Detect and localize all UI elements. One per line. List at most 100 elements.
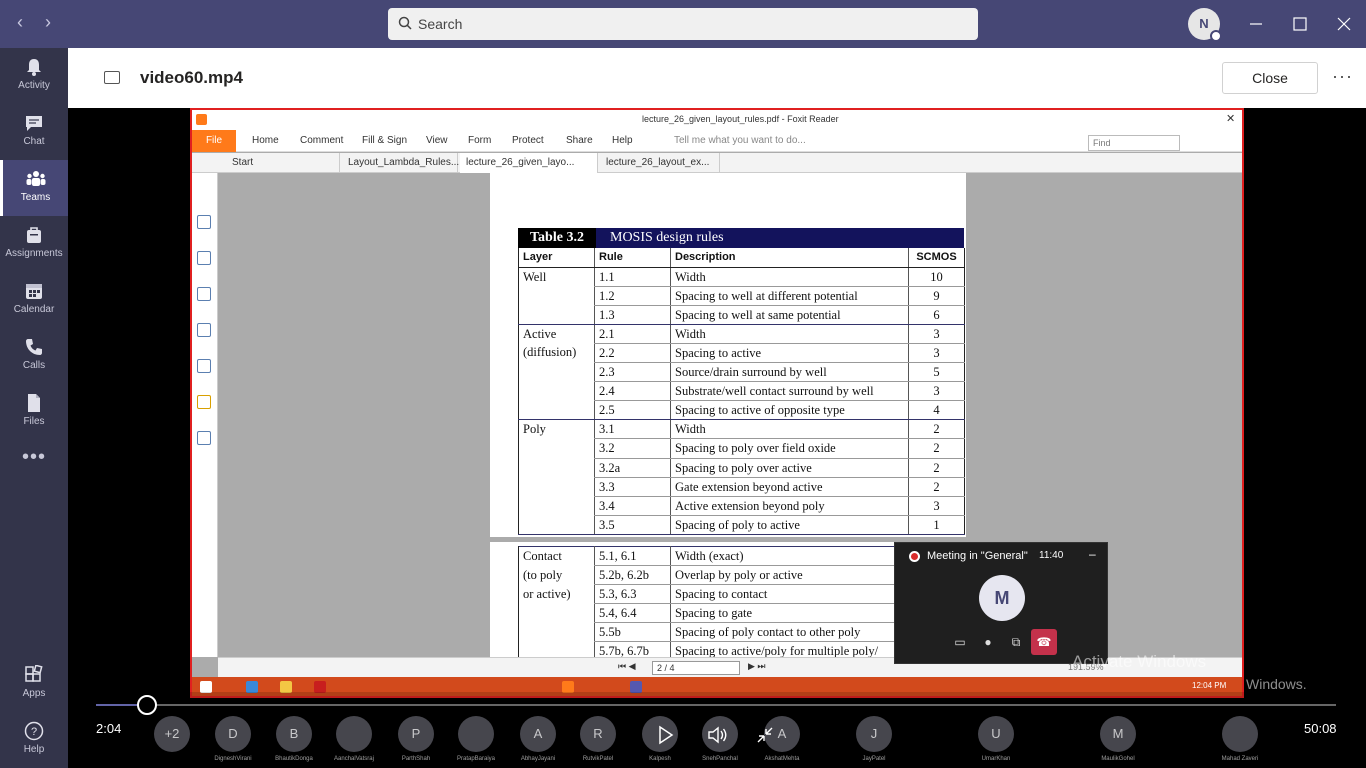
cell-rule: 1.3: [594, 305, 671, 325]
table-row: 2.4 Substrate/well contact surround by we…: [518, 381, 965, 402]
ribbon-tab: Home: [252, 135, 279, 146]
cell-scmos: 5: [908, 362, 965, 383]
meeting-popout[interactable]: Meeting in "General" 11:40 – M ▭ ● ⧉ ☎: [894, 542, 1108, 664]
cell-rule: 3.5: [594, 515, 671, 535]
rail-item-chat[interactable]: Chat: [0, 104, 68, 160]
participant-avatar[interactable]: P: [398, 716, 434, 752]
doc-tab: Start: [226, 153, 340, 173]
participant-avatar[interactable]: U: [978, 716, 1014, 752]
participant-avatar[interactable]: M: [1100, 716, 1136, 752]
rail-label: Files: [23, 416, 45, 427]
table-row: Well 1.1 Width 10: [518, 267, 965, 287]
foxit-ribbon: File Home Comment Fill & Sign View Form …: [192, 130, 1242, 152]
page-title: video60.mp4: [140, 68, 243, 87]
rail-item-files[interactable]: Files: [0, 384, 68, 440]
cell-layer: [518, 400, 595, 421]
first-page-icon: ⏮ ◀: [618, 661, 636, 671]
more-options-button[interactable]: ···: [1332, 66, 1353, 87]
rail-item-teams[interactable]: Teams: [0, 160, 68, 216]
search-placeholder: Search: [418, 16, 463, 32]
ribbon-file-tab: File: [192, 130, 236, 152]
rail-item-help[interactable]: ? Help: [0, 712, 68, 768]
camera-off-icon[interactable]: ▭: [947, 629, 973, 655]
maximize-icon[interactable]: [1288, 12, 1312, 36]
participant-avatar[interactable]: R: [580, 716, 616, 752]
rail-item-assignments[interactable]: Assignments: [0, 216, 68, 272]
participant-avatar[interactable]: +2: [154, 716, 190, 752]
participant-avatar[interactable]: A: [520, 716, 556, 752]
meeting-title: Meeting in "General": [927, 550, 1028, 562]
cell-layer: Well: [518, 267, 595, 287]
cell-description: Width (exact): [670, 546, 909, 567]
close-window-icon[interactable]: [1332, 12, 1356, 36]
participant-name: Mahad Zaveri: [1221, 756, 1259, 762]
rail-label: Calendar: [13, 304, 55, 315]
rail-label: Chat: [23, 136, 45, 147]
rail-more-button[interactable]: •••: [0, 440, 68, 480]
microphone-icon[interactable]: ●: [975, 629, 1001, 655]
cell-scmos: 6: [908, 305, 965, 325]
rail-item-calls[interactable]: Calls: [0, 328, 68, 384]
pdf-page: Table 3.2 MOSIS design rules Layer Rule …: [490, 173, 966, 537]
minimize-icon[interactable]: [1244, 12, 1268, 36]
participant-name: Kalpesh: [649, 756, 671, 762]
calendar-icon: [26, 284, 42, 299]
more-dots-icon: •••: [21, 446, 46, 468]
exit-fullscreen-icon[interactable]: [748, 718, 782, 752]
video-player[interactable]: lecture_26_given_layout_rules.pdf - Foxi…: [68, 108, 1366, 768]
participant-avatar[interactable]: B: [276, 716, 312, 752]
seek-bar[interactable]: [96, 695, 1336, 715]
search-input[interactable]: Search: [388, 8, 978, 40]
play-icon[interactable]: [648, 718, 682, 752]
foxit-window-title: lecture_26_given_layout_rules.pdf - Foxi…: [642, 114, 839, 124]
cell-scmos: 3: [908, 381, 965, 402]
share-screen-icon[interactable]: ⧉: [1003, 629, 1029, 655]
close-button[interactable]: Close: [1222, 62, 1318, 94]
windows-watermark: Windows.: [1246, 676, 1307, 692]
participant-avatar[interactable]: [336, 716, 372, 752]
cell-rule: 5.3, 6.3: [594, 584, 671, 605]
user-avatar[interactable]: N: [1188, 8, 1222, 42]
cell-description: Spacing of poly contact to other poly: [670, 622, 909, 643]
cell-scmos: 2: [908, 438, 965, 459]
cell-rule: 5.1, 6.1: [594, 546, 671, 567]
cell-layer: Active: [518, 324, 595, 344]
rail-item-calendar[interactable]: Calendar: [0, 272, 68, 328]
seek-thumb[interactable]: [136, 695, 157, 715]
participant-name: UmarKhan: [981, 756, 1011, 762]
cell-description: Spacing to gate: [670, 603, 909, 624]
cell-description: Spacing to well at different potential: [670, 286, 909, 306]
cell-scmos: 9: [908, 286, 965, 306]
cell-description: Active extension beyond poly: [670, 496, 909, 516]
ribbon-tab: Help: [612, 135, 633, 146]
col-header: SCMOS: [908, 248, 965, 268]
cell-rule: 3.2a: [594, 458, 671, 478]
last-page-icon: ▶ ⏭: [748, 661, 766, 671]
rail-item-activity[interactable]: Activity: [0, 48, 68, 104]
hang-up-button[interactable]: ☎: [1031, 629, 1057, 655]
participant-name: DigneshVirani: [214, 756, 252, 762]
phone-icon: [26, 339, 42, 355]
volume-icon[interactable]: [700, 718, 734, 752]
activate-windows-watermark: Activate Windows: [1072, 652, 1207, 671]
foxit-close-icon: ✕: [1226, 113, 1236, 125]
table-row: 2.3 Source/drain surround by well 5: [518, 362, 965, 383]
presence-icon: [1210, 30, 1222, 42]
participant-avatar[interactable]: J: [856, 716, 892, 752]
participant-avatar[interactable]: [458, 716, 494, 752]
cell-layer: [518, 458, 595, 478]
cell-layer: (to poly: [518, 565, 595, 585]
search-icon: [398, 16, 412, 30]
forward-arrow-icon[interactable]: ›: [38, 12, 58, 33]
table-row: 1.3 Spacing to well at same potential 6: [518, 305, 965, 325]
cell-rule: 1.1: [594, 267, 671, 287]
rail-item-apps[interactable]: Apps: [0, 656, 68, 712]
meeting-minimize-button[interactable]: –: [1089, 547, 1096, 561]
back-arrow-icon[interactable]: ‹: [10, 12, 30, 33]
meeting-avatar: M: [979, 575, 1025, 621]
participant-avatar[interactable]: D: [215, 716, 251, 752]
participant-avatar[interactable]: [1222, 716, 1258, 752]
cell-layer: [518, 286, 595, 306]
table-row: 3.4 Active extension beyond poly 3: [518, 496, 965, 516]
participant-name: MaulikGohel: [1101, 756, 1135, 762]
